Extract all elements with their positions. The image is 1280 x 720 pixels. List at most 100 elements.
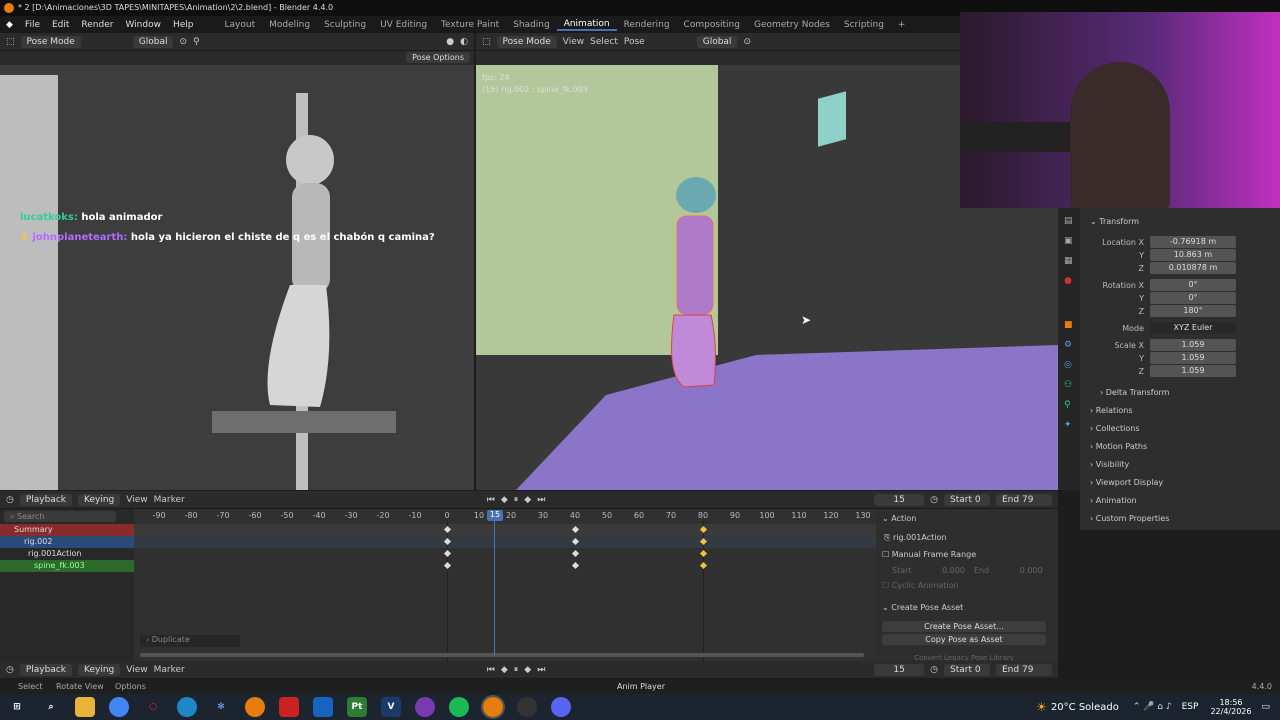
tab-sculpting[interactable]: Sculpting xyxy=(317,20,373,30)
transform-header[interactable]: ⌄ Transform xyxy=(1090,217,1139,226)
start-frame-field[interactable]: Start 0 xyxy=(944,493,990,506)
tab-compositing[interactable]: Compositing xyxy=(677,20,747,30)
menu-help[interactable]: Help xyxy=(167,20,200,30)
add-workspace-icon[interactable]: + xyxy=(891,20,913,30)
playhead-line[interactable] xyxy=(494,516,495,656)
channel-summary[interactable]: Summary xyxy=(0,524,134,536)
prev-key-icon[interactable]: ◆ xyxy=(501,495,508,505)
playhead-label[interactable]: 15 xyxy=(487,510,503,521)
timeline-end-field[interactable]: End 79 xyxy=(996,663,1052,676)
pose-options-dropdown[interactable]: Pose Options xyxy=(406,52,470,63)
pivot-icon-2[interactable]: ⊙ xyxy=(743,37,751,47)
manual-frame-range-checkbox[interactable]: ☐ Manual Frame Range xyxy=(882,550,976,559)
opera-icon[interactable]: ○ xyxy=(143,697,163,717)
editor-type-icon-4[interactable]: ◷ xyxy=(6,665,14,675)
create-pose-asset-button[interactable]: Create Pose Asset... xyxy=(882,621,1046,632)
tool-props-icon[interactable]: ▤ xyxy=(1064,216,1073,226)
modifier-props-icon[interactable]: ⚙ xyxy=(1064,340,1072,350)
obs-icon[interactable] xyxy=(517,697,537,717)
edge-icon[interactable] xyxy=(177,697,197,717)
menu-file[interactable]: File xyxy=(19,20,46,30)
search-icon[interactable]: ⌕ xyxy=(41,697,61,717)
section-delta-transform[interactable]: › Delta Transform xyxy=(1100,388,1169,397)
pivot-icon[interactable]: ⊙ xyxy=(179,37,187,47)
section-viewport-display[interactable]: › Viewport Display xyxy=(1090,478,1163,487)
language-indicator[interactable]: ESP xyxy=(1182,702,1199,712)
menu-pose[interactable]: Pose xyxy=(624,37,645,47)
editor-type-icon-2[interactable]: ⬚ xyxy=(482,37,491,47)
tab-shading[interactable]: Shading xyxy=(506,20,557,30)
tab-layout[interactable]: Layout xyxy=(218,20,263,30)
tab-geometry-nodes[interactable]: Geometry Nodes xyxy=(747,20,837,30)
section-relations[interactable]: › Relations xyxy=(1090,406,1133,415)
render-props-icon[interactable]: ▣ xyxy=(1064,236,1073,246)
tab-animation[interactable]: Animation xyxy=(556,19,617,31)
next-key-icon[interactable]: ◆ xyxy=(524,495,531,505)
section-collections[interactable]: › Collections xyxy=(1090,424,1140,433)
rotation-x-field[interactable]: 0° xyxy=(1150,279,1236,291)
notification-icon[interactable]: ▭ xyxy=(1261,702,1270,712)
horizontal-scrollbar[interactable] xyxy=(140,653,864,657)
chrome-icon[interactable] xyxy=(109,697,129,717)
clock[interactable]: 18:56 22/4/2026 xyxy=(1210,698,1251,716)
app-icon[interactable]: ✻ xyxy=(211,697,231,717)
weather-label[interactable]: 20°C Soleado xyxy=(1051,702,1119,713)
blender-taskbar-icon[interactable] xyxy=(245,697,265,717)
channel-rig[interactable]: rig.002 xyxy=(0,536,134,548)
menu-edit[interactable]: Edit xyxy=(46,20,75,30)
obs-app-icon[interactable] xyxy=(415,697,435,717)
keying-menu[interactable]: Keying xyxy=(78,493,121,506)
scale-y-field[interactable]: 1.059 xyxy=(1150,352,1236,364)
editor-type-icon[interactable]: ⬚ xyxy=(6,37,15,47)
file-explorer-icon[interactable] xyxy=(75,697,95,717)
section-animation[interactable]: › Animation xyxy=(1090,496,1137,505)
channel-search[interactable]: ⌕ Search xyxy=(4,511,116,522)
channel-bone[interactable]: spine_fk.003 xyxy=(0,560,134,572)
blender-menu-icon[interactable]: ◆ xyxy=(0,20,19,30)
rotation-mode-dropdown[interactable]: XYZ Euler xyxy=(1150,322,1236,334)
scale-x-field[interactable]: 1.059 xyxy=(1150,339,1236,351)
channel-action[interactable]: rig.001Action xyxy=(0,548,134,560)
output-props-icon[interactable]: ▦ xyxy=(1064,256,1073,266)
end-frame-field[interactable]: End 79 xyxy=(996,493,1052,506)
duplicate-operator-panel[interactable]: › Duplicate xyxy=(140,635,240,647)
menu-window[interactable]: Window xyxy=(119,20,167,30)
right-orientation-dropdown[interactable]: Global xyxy=(696,35,738,48)
video-app-icon[interactable] xyxy=(279,697,299,717)
location-x-field[interactable]: -0.76918 m xyxy=(1150,236,1236,248)
pause-icon[interactable]: ⏸ xyxy=(514,495,519,505)
left-mode-dropdown[interactable]: Pose Mode xyxy=(20,35,81,48)
location-y-field[interactable]: 10.863 m xyxy=(1150,249,1236,261)
cyclic-checkbox[interactable]: ☐ Cyclic Animation xyxy=(882,581,959,590)
dopesheet-area[interactable]: › Duplicate xyxy=(134,509,876,661)
action-start-field[interactable]: Start 0.000 xyxy=(892,566,965,575)
data-props-icon[interactable]: ⚲ xyxy=(1064,400,1071,410)
blender-active-icon[interactable] xyxy=(481,695,505,719)
shading-solid-icon[interactable]: ● xyxy=(446,37,454,47)
tab-uv-editing[interactable]: UV Editing xyxy=(373,20,434,30)
photoshop-icon[interactable] xyxy=(313,697,333,717)
copy-pose-as-asset-button[interactable]: Copy Pose as Asset xyxy=(882,634,1046,645)
timeline-next-key-icon[interactable]: ◆ xyxy=(524,665,531,675)
right-mode-dropdown[interactable]: Pose Mode xyxy=(496,35,557,48)
convert-legacy-button[interactable]: Convert Legacy Pose Library xyxy=(882,654,1046,661)
tab-rendering[interactable]: Rendering xyxy=(617,20,677,30)
action-end-field[interactable]: End 0.000 xyxy=(974,566,1043,575)
timeline-current-frame[interactable]: 15 xyxy=(874,663,925,676)
tab-scripting[interactable]: Scripting xyxy=(837,20,891,30)
timeline-prev-key-icon[interactable]: ◆ xyxy=(501,665,508,675)
tab-modeling[interactable]: Modeling xyxy=(262,20,317,30)
timeline-start-field[interactable]: Start 0 xyxy=(944,663,990,676)
section-custom-properties[interactable]: › Custom Properties xyxy=(1090,514,1169,523)
shading-material-icon[interactable]: ◐ xyxy=(460,37,468,47)
constraint-props-icon[interactable]: ⚇ xyxy=(1064,380,1072,390)
snap-icon[interactable]: ⚲ xyxy=(193,37,200,47)
editor-type-icon-3[interactable]: ◷ xyxy=(6,495,14,505)
scale-z-field[interactable]: 1.059 xyxy=(1150,365,1236,377)
timeline-marker-menu[interactable]: Marker xyxy=(154,665,185,675)
menu-select[interactable]: Select xyxy=(590,37,618,47)
v-app-icon[interactable]: V xyxy=(381,697,401,717)
marker-menu[interactable]: Marker xyxy=(154,495,185,505)
jump-end-icon[interactable]: ⏭ xyxy=(537,495,545,505)
action-name-field[interactable]: ⎘ rig.001Action xyxy=(884,533,946,543)
